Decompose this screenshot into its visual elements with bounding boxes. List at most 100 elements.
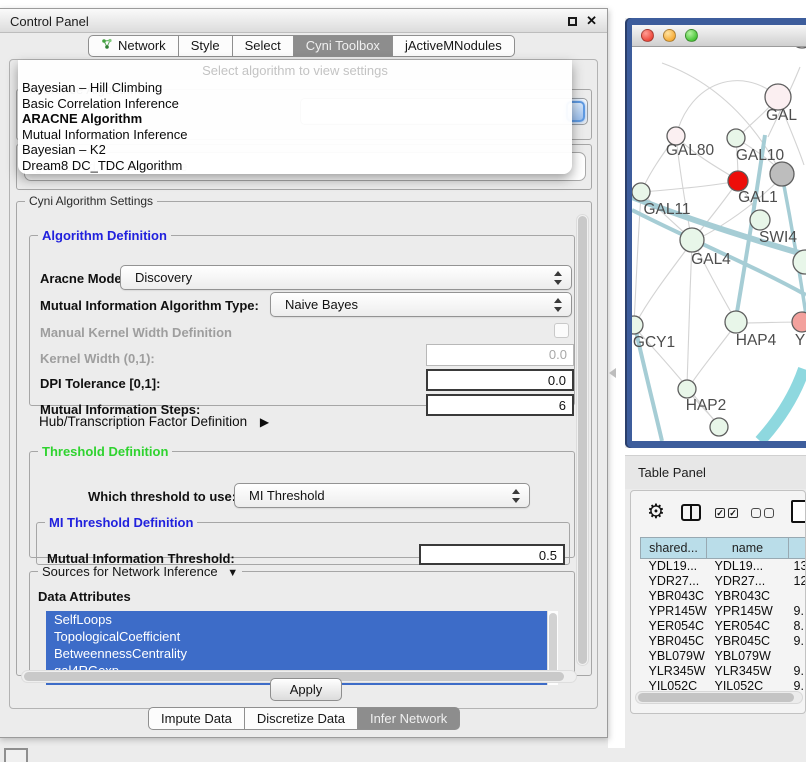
node-hap4[interactable] (725, 311, 747, 333)
node-unlabeled[interactable] (710, 418, 728, 436)
table-row[interactable]: YBR043CYBR043C (641, 589, 806, 604)
mi-type-value: Naive Bayes (285, 297, 358, 312)
node-label: HAP2 (686, 397, 727, 414)
settings-vertical-scrollbar[interactable] (576, 214, 589, 666)
network-icon (101, 36, 113, 56)
checked-box-icon: ✓ (715, 508, 725, 518)
aracne-mode-combo[interactable]: Discovery (120, 265, 572, 290)
column-header[interactable] (789, 538, 806, 559)
combo-arrows-icon (554, 298, 563, 312)
table-horizontal-scrollbar[interactable] (635, 691, 803, 704)
table-cell: 9. (789, 604, 806, 619)
algorithm-option[interactable]: Mutual Information Inference (18, 127, 572, 143)
hub-definition-toggle[interactable]: Hub/Transcription Factor Definition ▶ (39, 414, 269, 429)
unselect-all-columns-icon[interactable] (751, 508, 774, 518)
table-row[interactable]: YBR045CYBR045C9. (641, 634, 806, 649)
minimize-traffic-light-icon[interactable] (663, 29, 676, 42)
table-cell: YBR043C (707, 589, 789, 604)
mi-type-combo[interactable]: Naive Bayes (270, 292, 572, 317)
table-cell: 12 (789, 574, 806, 589)
node-unlabeled[interactable] (791, 47, 806, 48)
checked-box-icon: ✓ (728, 508, 738, 518)
scrollbar-thumb[interactable] (638, 693, 794, 702)
close-traffic-light-icon[interactable] (641, 29, 654, 42)
tab-label: Style (191, 36, 220, 56)
collapse-down-icon: ▼ (227, 567, 238, 579)
node-label: GAL11 (643, 201, 690, 218)
cyni-settings-group: Cyni Algorithm Settings Algorithm Defini… (16, 194, 592, 676)
algorithm-option[interactable]: Dream8 DC_TDC Algorithm (18, 158, 572, 174)
table-row[interactable]: YPR145WYPR145W9. (641, 604, 806, 619)
which-threshold-value: MI Threshold (249, 488, 325, 503)
kernel-width-label: Kernel Width (0,1): (40, 351, 155, 366)
node-swi4[interactable] (750, 210, 770, 230)
table-cell: YDR27... (641, 574, 707, 589)
network-canvas[interactable]: GALGAL80GAL10GAL1GAL11SWI4GAL4GCY1HAP4YH… (632, 47, 806, 441)
node-gcy1[interactable] (632, 316, 643, 334)
bottom-tab-impute-data[interactable]: Impute Data (148, 707, 245, 730)
scrollbar-thumb[interactable] (578, 216, 587, 664)
new-table-icon[interactable] (791, 500, 806, 523)
corner-widget-icon[interactable] (4, 748, 28, 762)
window-title: Control Panel (10, 14, 89, 29)
data-attribute-item[interactable]: TopologicalCoefficient (46, 628, 558, 645)
table-cell: YLR345W (707, 664, 789, 679)
splitter-handle-icon[interactable] (609, 368, 616, 378)
apply-button[interactable]: Apply (270, 678, 342, 701)
manual-kernel-label: Manual Kernel Width Definition (40, 325, 232, 340)
columns-icon[interactable] (681, 504, 701, 521)
data-attribute-item[interactable]: SelfLoops (46, 611, 558, 628)
bottom-tab-infer-network[interactable]: Infer Network (358, 707, 460, 730)
node-gal4[interactable] (680, 228, 704, 252)
unchecked-box-icon (764, 508, 774, 518)
bottom-tab-discretize-data[interactable]: Discretize Data (245, 707, 358, 730)
network-titlebar[interactable] (632, 25, 806, 47)
tab-select[interactable]: Select (233, 35, 294, 57)
data-attribute-item[interactable]: BetweennessCentrality (46, 645, 558, 662)
close-icon[interactable]: ✕ (586, 15, 597, 27)
aracne-mode-label: Aracne Mode: (40, 271, 126, 286)
bottom-tabs: Impute DataDiscretize DataInfer Network (148, 707, 460, 730)
node-y[interactable] (792, 312, 806, 332)
column-header[interactable]: name (707, 538, 789, 559)
table-panel-title: Table Panel (638, 465, 706, 480)
kernel-width-input[interactable]: 0.0 (426, 344, 574, 366)
control-panel-titlebar[interactable]: Control Panel ✕ (0, 9, 607, 33)
node-unlabeled[interactable] (770, 162, 794, 186)
node-gal11[interactable] (632, 183, 650, 201)
table-row[interactable]: YDR27...YDR27...12 (641, 574, 806, 589)
tab-cyni-toolbox[interactable]: Cyni Toolbox (294, 35, 393, 57)
algorithm-option[interactable]: ARACNE Algorithm (18, 111, 572, 127)
table-row[interactable]: YER054CYER054C8. (641, 619, 806, 634)
algorithm-option[interactable]: Basic Correlation Inference (18, 96, 572, 112)
float-window-icon[interactable] (568, 17, 577, 26)
table-row[interactable]: YDL19...YDL19...13 (641, 559, 806, 574)
manual-kernel-checkbox[interactable] (554, 323, 569, 338)
algorithm-option[interactable]: Bayesian – Hill Climbing (18, 80, 572, 96)
combo-arrows-icon (512, 489, 521, 503)
table-cell (789, 589, 806, 604)
mi-steps-input[interactable]: 6 (426, 394, 574, 416)
combo-arrows-icon (554, 271, 563, 285)
dpi-tolerance-input[interactable]: 0.0 (426, 369, 574, 391)
zoom-traffic-light-icon[interactable] (685, 29, 698, 42)
node-gal1[interactable] (728, 171, 748, 191)
table-row[interactable]: YLR345WYLR345W9. (641, 664, 806, 679)
node-gal10[interactable] (727, 129, 745, 147)
select-all-columns-icon[interactable]: ✓ ✓ (715, 508, 738, 518)
node-hap2[interactable] (678, 380, 696, 398)
network-nodes: GALGAL80GAL10GAL1GAL11SWI4GAL4GCY1HAP4YH… (632, 47, 806, 436)
sources-legend[interactable]: Sources for Network Inference ▼ (38, 564, 242, 579)
tab-style[interactable]: Style (179, 35, 233, 57)
node-table: shared...name YDL19...YDL19...13YDR27...… (640, 537, 806, 694)
table-cell: 8. (789, 619, 806, 634)
tab-network[interactable]: Network (88, 35, 179, 57)
table-cell: 9. (789, 634, 806, 649)
mi-threshold-input[interactable]: 0.5 (419, 544, 565, 565)
which-threshold-combo[interactable]: MI Threshold (234, 483, 530, 508)
gear-icon[interactable]: ⚙ (647, 499, 665, 524)
table-row[interactable]: YBL079WYBL079W (641, 649, 806, 664)
column-header[interactable]: shared... (641, 538, 707, 559)
algorithm-option[interactable]: Bayesian – K2 (18, 142, 572, 158)
tab-jactivemnodules[interactable]: jActiveMNodules (393, 35, 515, 57)
